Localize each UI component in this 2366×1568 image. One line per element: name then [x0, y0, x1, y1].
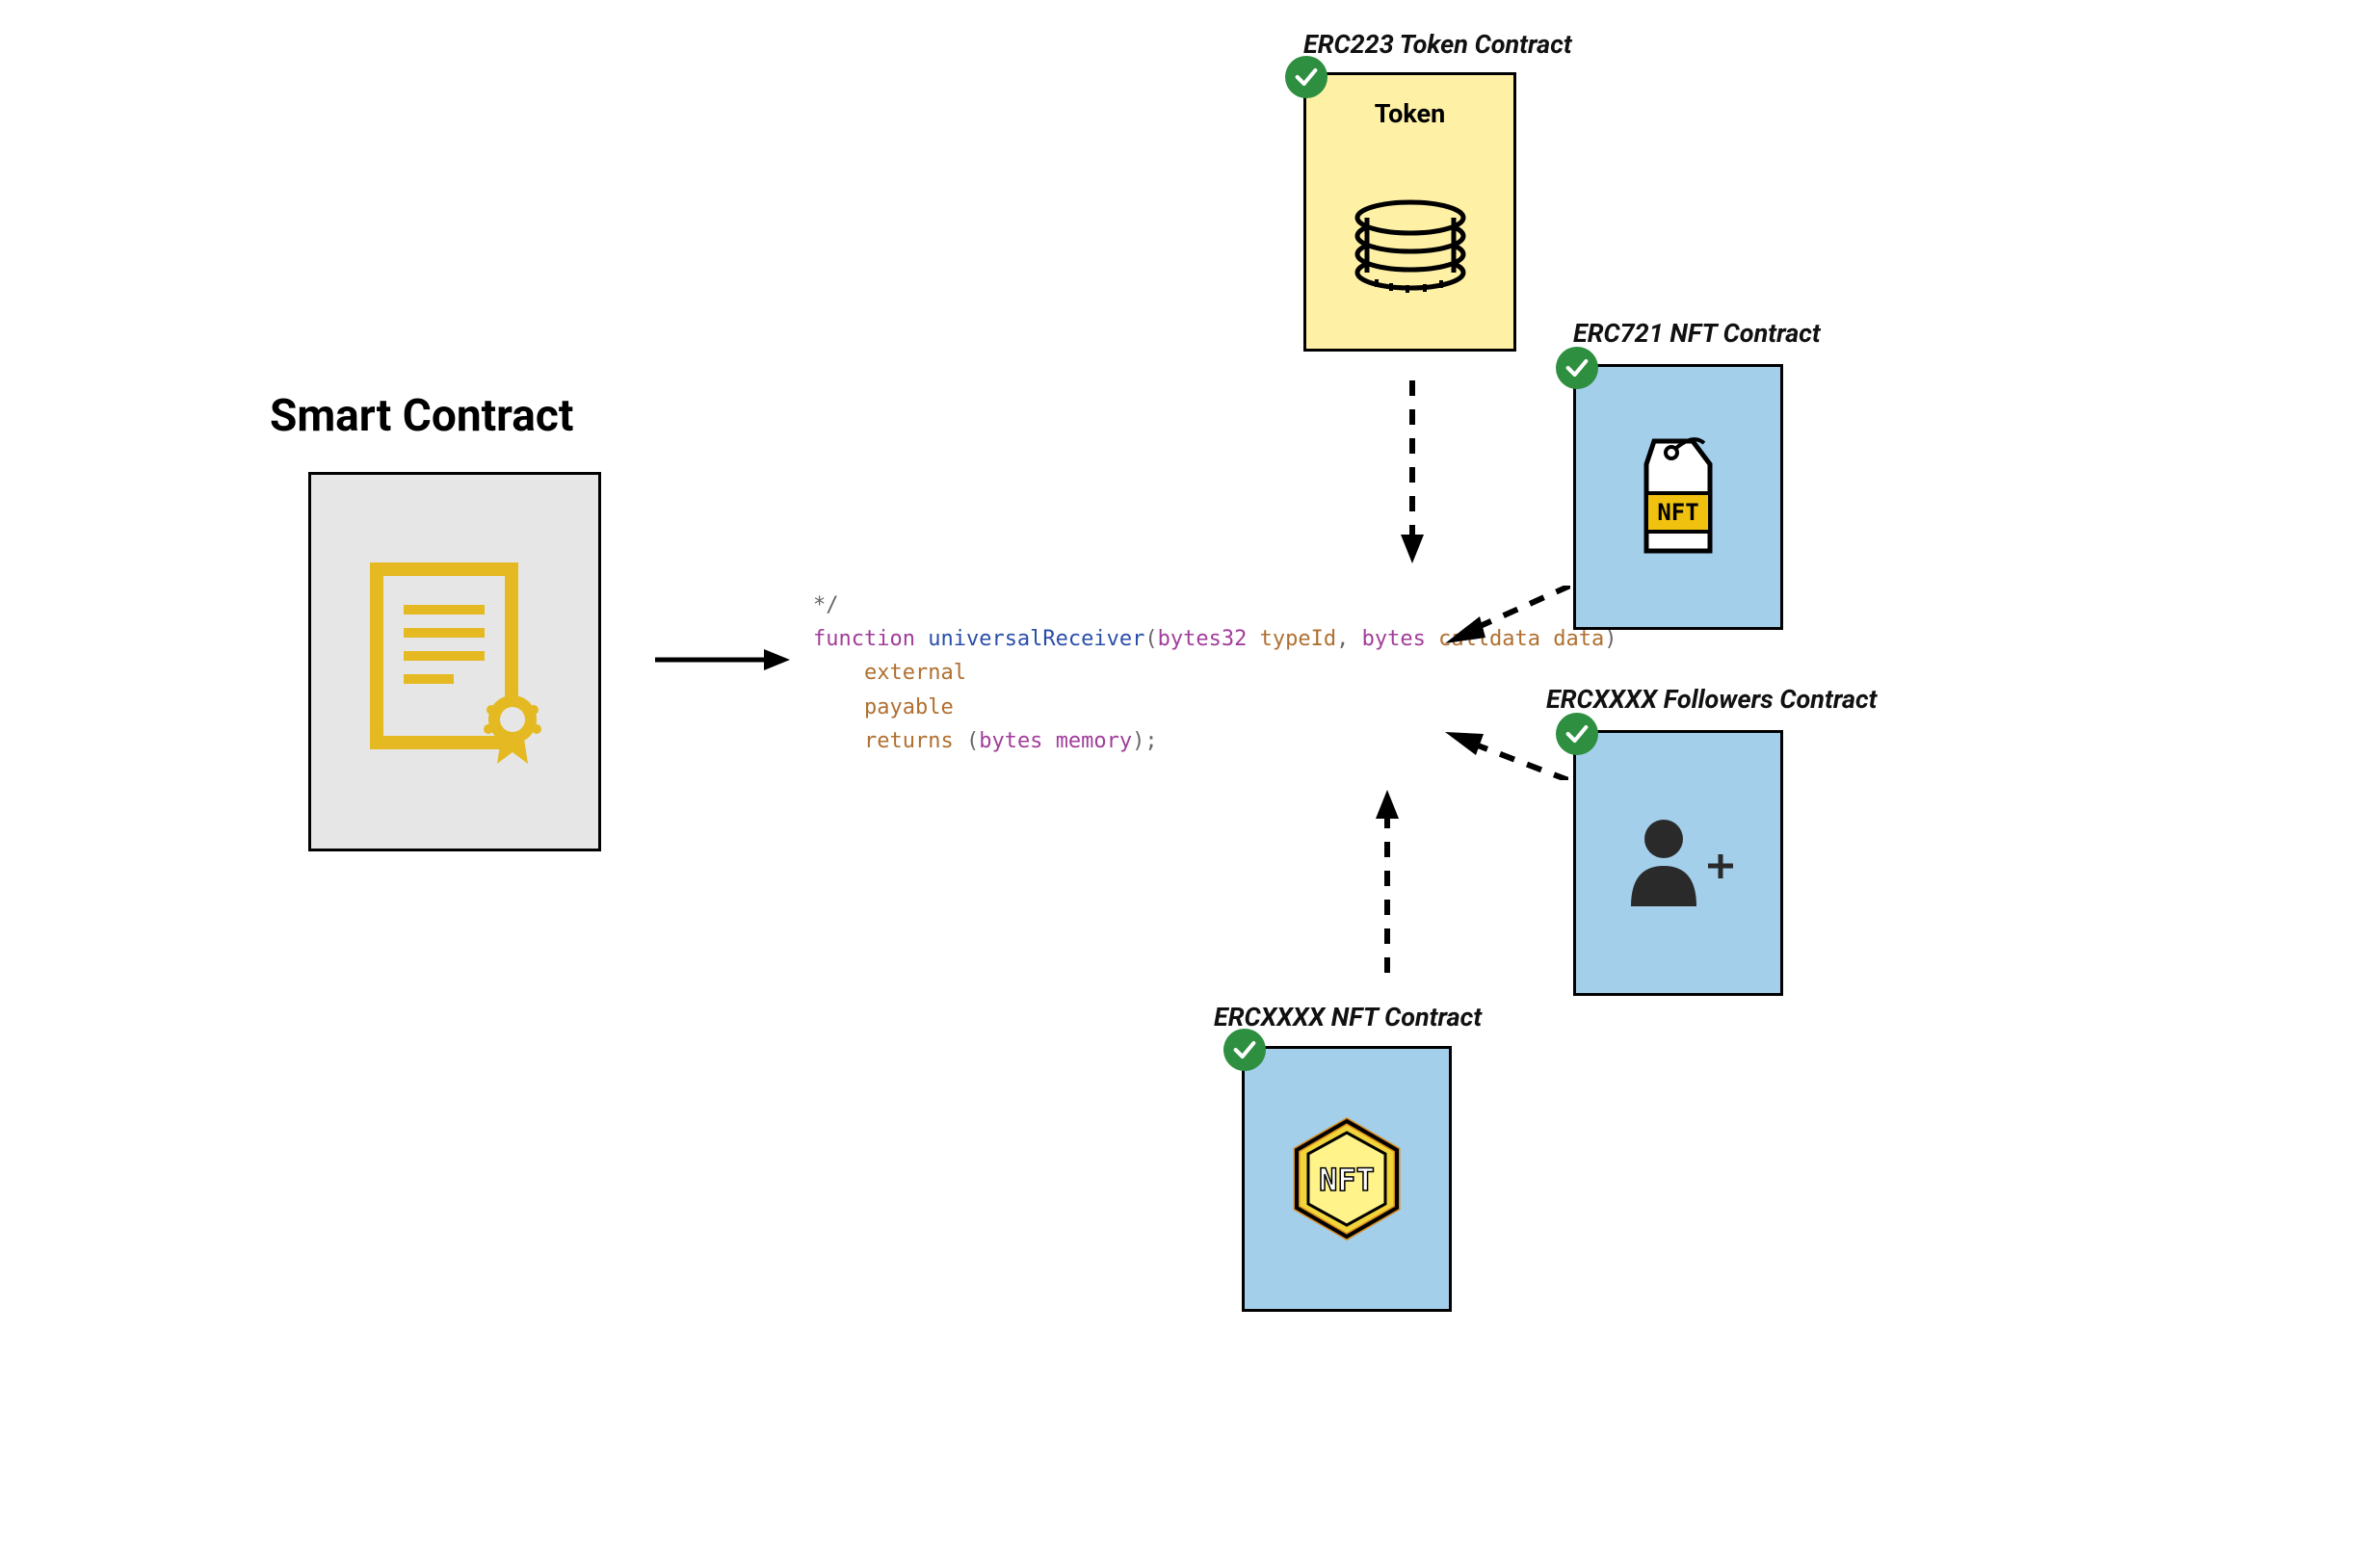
code-param1-name: typeId	[1260, 627, 1336, 651]
add-user-icon	[1576, 733, 1780, 993]
svg-text:NFT: NFT	[1319, 1162, 1375, 1198]
svg-text:NFT: NFT	[1657, 499, 1698, 526]
code-fn-name: universalReceiver	[928, 627, 1144, 651]
arrow-from-erc721	[1445, 586, 1570, 643]
code-mod-external: external	[864, 661, 966, 685]
followers-box	[1573, 730, 1783, 996]
code-close-paren: )	[1604, 627, 1617, 651]
code-comment: */	[813, 593, 839, 617]
arrow-from-erc223	[1393, 380, 1432, 563]
coins-icon	[1306, 162, 1513, 326]
erc223-check-icon	[1285, 56, 1328, 98]
code-ret-open: (	[954, 729, 980, 753]
arrow-to-code	[655, 645, 790, 674]
erc721-nft-box: NFT	[1573, 364, 1783, 630]
arrow-from-nftxxxx	[1368, 790, 1406, 973]
arrow-from-followers	[1445, 732, 1568, 780]
erc223-token-box: Token	[1303, 72, 1516, 352]
code-memory: memory	[1056, 729, 1132, 753]
nft-tag-icon: NFT	[1576, 367, 1780, 627]
code-param1-type: bytes32	[1158, 627, 1248, 651]
smart-contract-box	[308, 472, 601, 851]
erc721-title: ERC721 NFT Contract	[1573, 318, 1821, 349]
certificate-icon	[311, 475, 598, 849]
code-mod-payable: payable	[864, 695, 954, 719]
erc721-check-icon	[1556, 347, 1598, 389]
code-ret-type: bytes	[979, 729, 1042, 753]
token-label: Token	[1306, 98, 1513, 129]
code-fn-keyword: function	[813, 627, 915, 651]
nftxxxx-check-icon	[1223, 1029, 1266, 1071]
erc223-title: ERC223 Token Contract	[1303, 29, 1572, 60]
followers-title: ERCXXXX Followers Contract	[1546, 684, 1877, 715]
diagram-canvas: Smart Contract	[0, 0, 2366, 1568]
nftxxxx-title: ERCXXXX NFT Contract	[1214, 1002, 1482, 1032]
code-comma: ,	[1336, 627, 1349, 651]
code-param2-type: bytes	[1362, 627, 1426, 651]
main-heading: Smart Contract	[270, 390, 573, 442]
code-returns: returns	[864, 729, 954, 753]
nft-hex-icon: NFT	[1245, 1049, 1449, 1309]
nftxxxx-box: NFT	[1242, 1046, 1452, 1312]
code-ret-close: );	[1132, 729, 1158, 753]
